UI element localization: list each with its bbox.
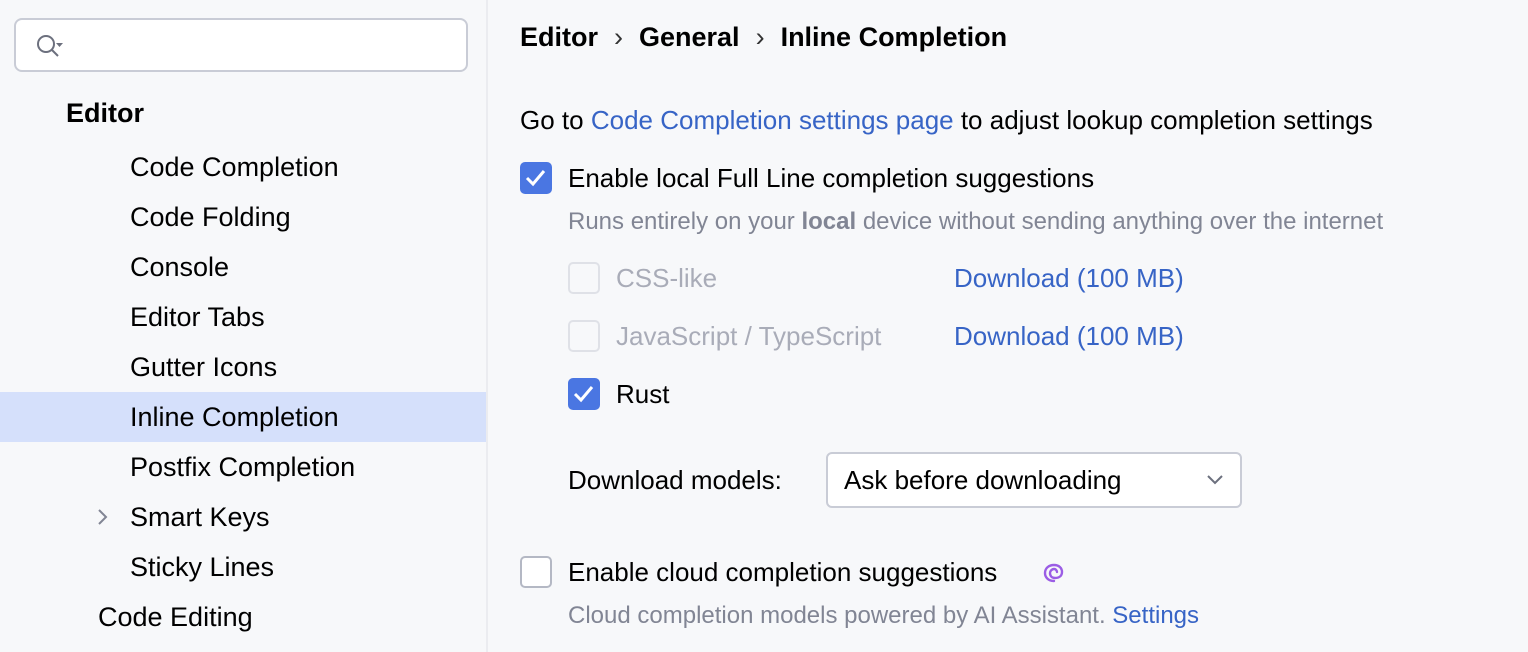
download-js-link[interactable]: Download (100 MB) — [954, 321, 1184, 352]
download-models-dropdown[interactable]: Ask before downloading — [826, 452, 1242, 508]
breadcrumb: Editor › General › Inline Completion — [520, 22, 1007, 53]
tree-item-smart-keys[interactable]: Smart Keys — [0, 492, 486, 542]
settings-content: Editor › General › Inline Completion Go to C… — [488, 0, 1528, 652]
breadcrumb-separator: › — [614, 22, 623, 52]
chevron-down-icon — [1207, 475, 1223, 485]
javascript-typescript-label: JavaScript / TypeScript — [616, 321, 882, 351]
hint-text: Cloud completion models powered by AI As… — [568, 602, 1106, 629]
goto-suffix: to adjust lookup completion settings — [953, 105, 1373, 135]
settings-search[interactable] — [14, 18, 468, 72]
tree-section-label: Editor — [66, 98, 144, 128]
rust-label[interactable]: Rust — [616, 379, 669, 410]
tree-item-label: Postfix Completion — [130, 452, 356, 482]
tree-item-label: Code Completion — [130, 152, 339, 182]
tree-item-label: Console — [130, 252, 230, 282]
breadcrumb-item[interactable]: Editor — [520, 22, 598, 52]
tree-item-code-completion[interactable]: Code Completion — [0, 142, 486, 192]
goto-hint: Go to Code Completion settings page to a… — [520, 105, 1373, 136]
breadcrumb-separator: › — [755, 22, 765, 52]
tree-item-label: Smart Keys — [130, 502, 270, 532]
tree-item-editor-tabs[interactable]: Editor Tabs — [0, 292, 486, 342]
chevron-right-icon[interactable] — [94, 507, 112, 527]
hint-text: device without sending anything over the… — [856, 208, 1384, 235]
css-like-checkbox[interactable] — [568, 262, 600, 294]
css-like-label: CSS-like — [616, 263, 718, 293]
local-hint: Runs entirely on your local device witho… — [568, 208, 1383, 236]
code-completion-settings-link[interactable]: Code Completion settings page — [591, 105, 954, 135]
javascript-typescript-checkbox[interactable] — [568, 320, 600, 352]
tree-item-inline-completion[interactable]: Inline Completion — [0, 392, 486, 442]
hint-text: Runs entirely on your — [568, 208, 802, 235]
tree-item-label: Gutter Icons — [130, 352, 278, 382]
tree-item-code-folding[interactable]: Code Folding — [0, 192, 486, 242]
tree-item-label: Editor Tabs — [130, 302, 265, 332]
checkmark-icon — [573, 386, 594, 403]
download-css-link[interactable]: Download (100 MB) — [954, 263, 1184, 294]
search-input[interactable] — [76, 28, 460, 64]
tree-item-label: Inline Completion — [130, 402, 339, 432]
enable-local-label[interactable]: Enable local Full Line completion sugges… — [568, 163, 1094, 194]
tree-item-label: Code Folding — [130, 202, 291, 232]
enable-cloud-checkbox[interactable] — [520, 556, 552, 588]
breadcrumb-current: Inline Completion — [780, 22, 1008, 52]
cloud-hint: Cloud completion models powered by AI As… — [568, 602, 1199, 630]
search-icon — [37, 35, 63, 57]
tree-section-editor[interactable]: Editor — [0, 88, 486, 138]
tree-item-label: Sticky Lines — [130, 552, 275, 582]
tree-item-label: Code Editing — [98, 602, 253, 632]
ai-settings-link[interactable]: Settings — [1112, 602, 1199, 629]
tree-item-postfix-completion[interactable]: Postfix Completion — [0, 442, 486, 492]
tree-item-sticky-lines[interactable]: Sticky Lines — [0, 542, 486, 592]
dropdown-value: Ask before downloading — [844, 465, 1122, 495]
enable-cloud-label[interactable]: Enable cloud completion suggestions — [568, 557, 997, 588]
hint-bold: local — [801, 208, 857, 235]
tree-item-gutter-icons[interactable]: Gutter Icons — [0, 342, 486, 392]
goto-prefix: Go to — [520, 105, 591, 135]
tree-item-console[interactable]: Console — [0, 242, 486, 292]
ai-assistant-spiral-icon — [1043, 563, 1064, 583]
tree-item-code-editing[interactable]: Code Editing — [0, 592, 486, 642]
settings-sidebar: Editor Code Completion Code Folding Cons… — [0, 0, 488, 652]
checkmark-icon — [525, 170, 546, 187]
breadcrumb-item[interactable]: General — [639, 22, 740, 52]
rust-checkbox[interactable] — [568, 378, 600, 410]
download-models-label: Download models: — [568, 465, 782, 495]
enable-local-checkbox[interactable] — [520, 162, 552, 194]
